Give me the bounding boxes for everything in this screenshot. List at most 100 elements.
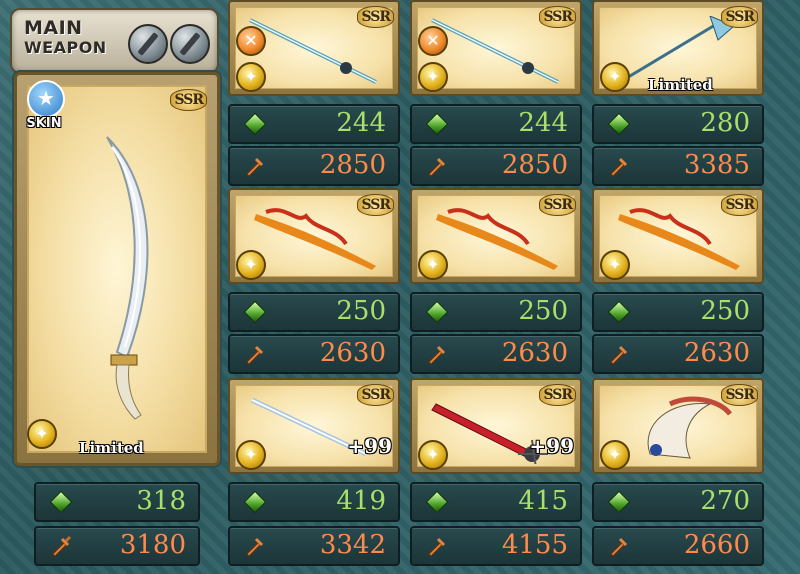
atk-stat: 2630 — [410, 334, 582, 374]
atk-stat: 3385 — [592, 146, 764, 186]
atk-value: 2630 — [501, 338, 568, 368]
skin-badge[interactable]: ★ SKIN — [24, 80, 65, 131]
hp-gem-icon — [243, 300, 267, 324]
hp-stat: 250 — [592, 292, 764, 332]
hp-gem-icon — [425, 112, 449, 136]
atk-value: 3385 — [683, 150, 750, 180]
star-icon: ★ — [27, 80, 65, 118]
main-hp-stat: 318 — [34, 482, 200, 522]
rarity-badge: SSR — [170, 89, 207, 111]
skin-label: SKIN — [26, 116, 62, 131]
hp-gem-icon — [425, 490, 449, 514]
light-element-icon: ✦ — [418, 62, 448, 92]
limited-tag: Limited — [79, 439, 144, 457]
atk-sword-icon — [426, 535, 446, 557]
plus-level: +99 — [529, 434, 574, 458]
atk-sword-icon — [608, 535, 628, 557]
atk-sword-icon — [244, 155, 264, 177]
main-weapon-art-panel — [27, 85, 207, 453]
atk-sword-icon — [608, 343, 628, 365]
hp-value: 250 — [700, 296, 750, 326]
rarity-badge: SSR — [357, 194, 394, 216]
hp-gem-icon — [425, 300, 449, 324]
atk-value: 2660 — [683, 530, 750, 560]
hp-value: 280 — [700, 108, 750, 138]
main-hp-value: 318 — [136, 486, 186, 516]
weapon-card[interactable]: SSR ✦ Limited — [592, 0, 764, 96]
rarity-badge: SSR — [721, 194, 758, 216]
hp-gem-icon — [607, 490, 631, 514]
atk-stat: 2850 — [410, 146, 582, 186]
hp-gem-icon — [607, 112, 631, 136]
atk-stat: 4155 — [410, 526, 582, 566]
weapon-card[interactable]: SSR ✦ — [228, 188, 400, 284]
hp-stat: 244 — [228, 104, 400, 144]
fire-element-icon: ✕ — [418, 26, 448, 56]
plus-level: +99 — [347, 434, 392, 458]
atk-sword-icon — [50, 535, 72, 557]
main-weapon-title: MAIN WEAPON — [24, 18, 124, 58]
main-weapon-card[interactable]: SSR ✦ Limited — [14, 72, 220, 466]
hp-stat: 419 — [228, 482, 400, 522]
atk-stat: 2630 — [228, 334, 400, 374]
rarity-badge: SSR — [539, 384, 576, 406]
atk-sword-icon — [608, 155, 628, 177]
atk-stat: 3342 — [228, 526, 400, 566]
light-element-icon: ✦ — [600, 250, 630, 280]
atk-value: 2630 — [319, 338, 386, 368]
hp-value: 270 — [700, 486, 750, 516]
weapon-card[interactable]: SSR ✦ — [592, 378, 764, 474]
limited-tag: Limited — [648, 76, 713, 94]
atk-sword-icon — [426, 343, 446, 365]
atk-stat: 2660 — [592, 526, 764, 566]
atk-sword-icon — [244, 535, 264, 557]
hp-value: 415 — [518, 486, 568, 516]
atk-stat: 2850 — [228, 146, 400, 186]
hp-value: 250 — [336, 296, 386, 326]
atk-value: 4155 — [501, 530, 568, 560]
sword-orb-icon[interactable] — [170, 24, 210, 64]
hp-stat: 244 — [410, 104, 582, 144]
rarity-badge: SSR — [357, 384, 394, 406]
light-element-icon: ✦ — [236, 250, 266, 280]
atk-value: 2850 — [501, 150, 568, 180]
weapon-card[interactable]: SSR ✕ ✦ — [228, 0, 400, 96]
main-weapon-header: MAIN WEAPON — [10, 8, 219, 74]
weapon-card[interactable]: SSR ✦ — [410, 188, 582, 284]
hp-stat: 270 — [592, 482, 764, 522]
rarity-badge: SSR — [721, 6, 758, 28]
rarity-badge: SSR — [539, 6, 576, 28]
atk-sword-icon — [244, 343, 264, 365]
hp-stat: 250 — [410, 292, 582, 332]
hp-gem-icon — [243, 490, 267, 514]
rarity-badge: SSR — [357, 6, 394, 28]
atk-value: 3342 — [319, 530, 386, 560]
light-element-icon: ✦ — [418, 250, 448, 280]
sword-orb-icon[interactable] — [128, 24, 168, 64]
atk-sword-icon — [426, 155, 446, 177]
light-element-icon: ✦ — [236, 62, 266, 92]
hp-value: 250 — [518, 296, 568, 326]
hp-stat: 415 — [410, 482, 582, 522]
main-atk-value: 3180 — [119, 530, 186, 560]
hp-value: 244 — [518, 108, 568, 138]
rarity-badge: SSR — [721, 384, 758, 406]
light-element-icon: ✦ — [418, 440, 448, 470]
light-element-icon: ✦ — [236, 440, 266, 470]
hp-value: 419 — [336, 486, 386, 516]
weapon-card[interactable]: SSR ✦ +99 — [228, 378, 400, 474]
rarity-badge: SSR — [539, 194, 576, 216]
light-element-icon: ✦ — [600, 440, 630, 470]
hp-stat: 250 — [228, 292, 400, 332]
fire-element-icon: ✕ — [236, 26, 266, 56]
scimitar-art-icon — [106, 136, 149, 420]
weapon-card[interactable]: SSR ✦ +99 — [410, 378, 582, 474]
atk-value: 2630 — [683, 338, 750, 368]
light-element-icon: ✦ — [27, 419, 57, 449]
weapon-card[interactable]: SSR ✦ — [592, 188, 764, 284]
hp-gem-icon — [49, 490, 73, 514]
main-weapon-title-line2: WEAPON — [24, 38, 107, 57]
weapon-card[interactable]: SSR ✕ ✦ — [410, 0, 582, 96]
hp-stat: 280 — [592, 104, 764, 144]
hp-gem-icon — [243, 112, 267, 136]
